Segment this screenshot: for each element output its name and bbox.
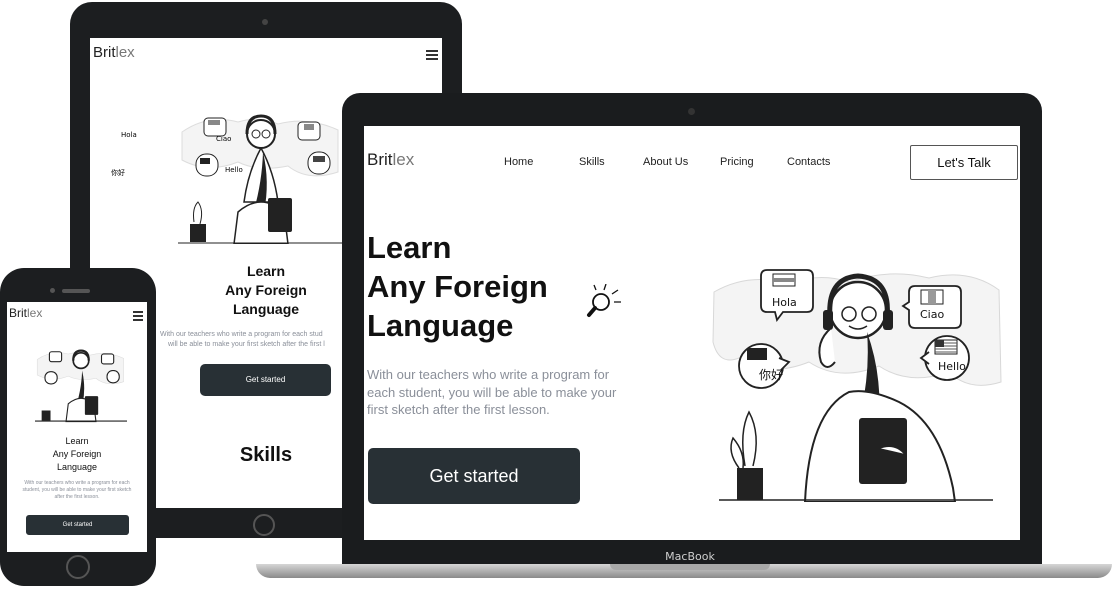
phone-title-line3: Language	[56, 462, 98, 472]
logo-part2: lex	[27, 306, 43, 320]
hero-desc-line: first sketch after the first lesson.	[367, 402, 550, 417]
logo-part1: Brit	[367, 150, 393, 169]
phone-hero-title: Learn Any Foreign Language	[7, 435, 147, 474]
lightbulb-icon	[587, 284, 621, 317]
hero-title-line2: Any Foreign	[367, 269, 548, 304]
nav-pricing[interactable]: Pricing	[720, 156, 754, 168]
phone-camera	[50, 288, 55, 293]
bubble-hola-label: Hola	[772, 296, 797, 309]
phone-hero-illustration	[35, 349, 127, 423]
nav-contacts[interactable]: Contacts	[787, 156, 830, 168]
get-started-button[interactable]: Get started	[368, 448, 580, 504]
tablet-hero-illustration	[178, 114, 344, 244]
bubble-ciao-label: Ciao	[920, 308, 945, 321]
logo-part2: lex	[115, 44, 135, 61]
tablet-get-started-button[interactable]: Get started	[200, 364, 331, 396]
phone-speaker	[62, 289, 90, 293]
nav-about-us[interactable]: About Us	[643, 156, 688, 168]
tablet-camera	[262, 19, 268, 25]
logo-part2: lex	[392, 150, 415, 169]
phone-title-line2: Any Foreign	[52, 449, 102, 459]
tablet-home-button	[253, 514, 275, 536]
phone-home-button	[66, 555, 90, 579]
hero-description: With our teachers who write a program fo…	[367, 366, 637, 419]
laptop-brand-label: MacBook	[665, 550, 715, 563]
hero-desc-line: each student, you will be able to make y…	[367, 384, 617, 400]
bubble-hello-label: Hello	[938, 360, 966, 373]
phone-title-line1: Learn	[65, 436, 89, 446]
lets-talk-button[interactable]: Let's Talk	[910, 145, 1018, 180]
tablet-bubble-hola: Hola	[121, 131, 137, 139]
phone-desc-line: With our teachers who write a program fo…	[24, 480, 130, 486]
nav-home[interactable]: Home	[504, 156, 533, 168]
nav-skills[interactable]: Skills	[579, 156, 605, 168]
phone-desc-line: student, you will be able to make your f…	[22, 487, 132, 493]
hero-illustration	[712, 269, 1002, 502]
tablet-bubble-ciao: Ciao	[216, 135, 232, 143]
phone-desc-line: after the first lesson.	[54, 494, 100, 500]
laptop-screen: Britlex Home Skills About Us Pricing Con…	[364, 126, 1020, 540]
tablet-bubble-nihao: 你好	[111, 169, 125, 177]
phone-hero-description: With our teachers who write a program fo…	[7, 480, 147, 501]
tablet-menu-icon[interactable]	[426, 50, 438, 62]
hero-title: Learn Any Foreign Language	[367, 228, 548, 345]
tablet-bubble-hello: Hello	[225, 166, 243, 174]
phone-get-started-button[interactable]: Get started	[26, 515, 129, 535]
laptop-notch	[610, 564, 770, 570]
laptop-camera	[688, 108, 695, 115]
laptop-logo[interactable]: Britlex	[367, 150, 414, 170]
tablet-logo[interactable]: Britlex	[93, 44, 135, 61]
phone-screen: Britlex Learn Any Foreign Language With …	[7, 302, 147, 552]
logo-part1: Brit	[9, 306, 27, 320]
hero-title-line1: Learn	[367, 230, 452, 265]
hero-desc-line: With our teachers who write a program fo…	[367, 367, 610, 382]
bubble-nihao-label: 你好	[759, 368, 784, 382]
phone-logo[interactable]: Britlex	[9, 306, 42, 320]
phone-menu-icon[interactable]	[133, 311, 143, 323]
logo-part1: Brit	[93, 44, 116, 61]
hero-title-line3: Language	[367, 308, 514, 343]
